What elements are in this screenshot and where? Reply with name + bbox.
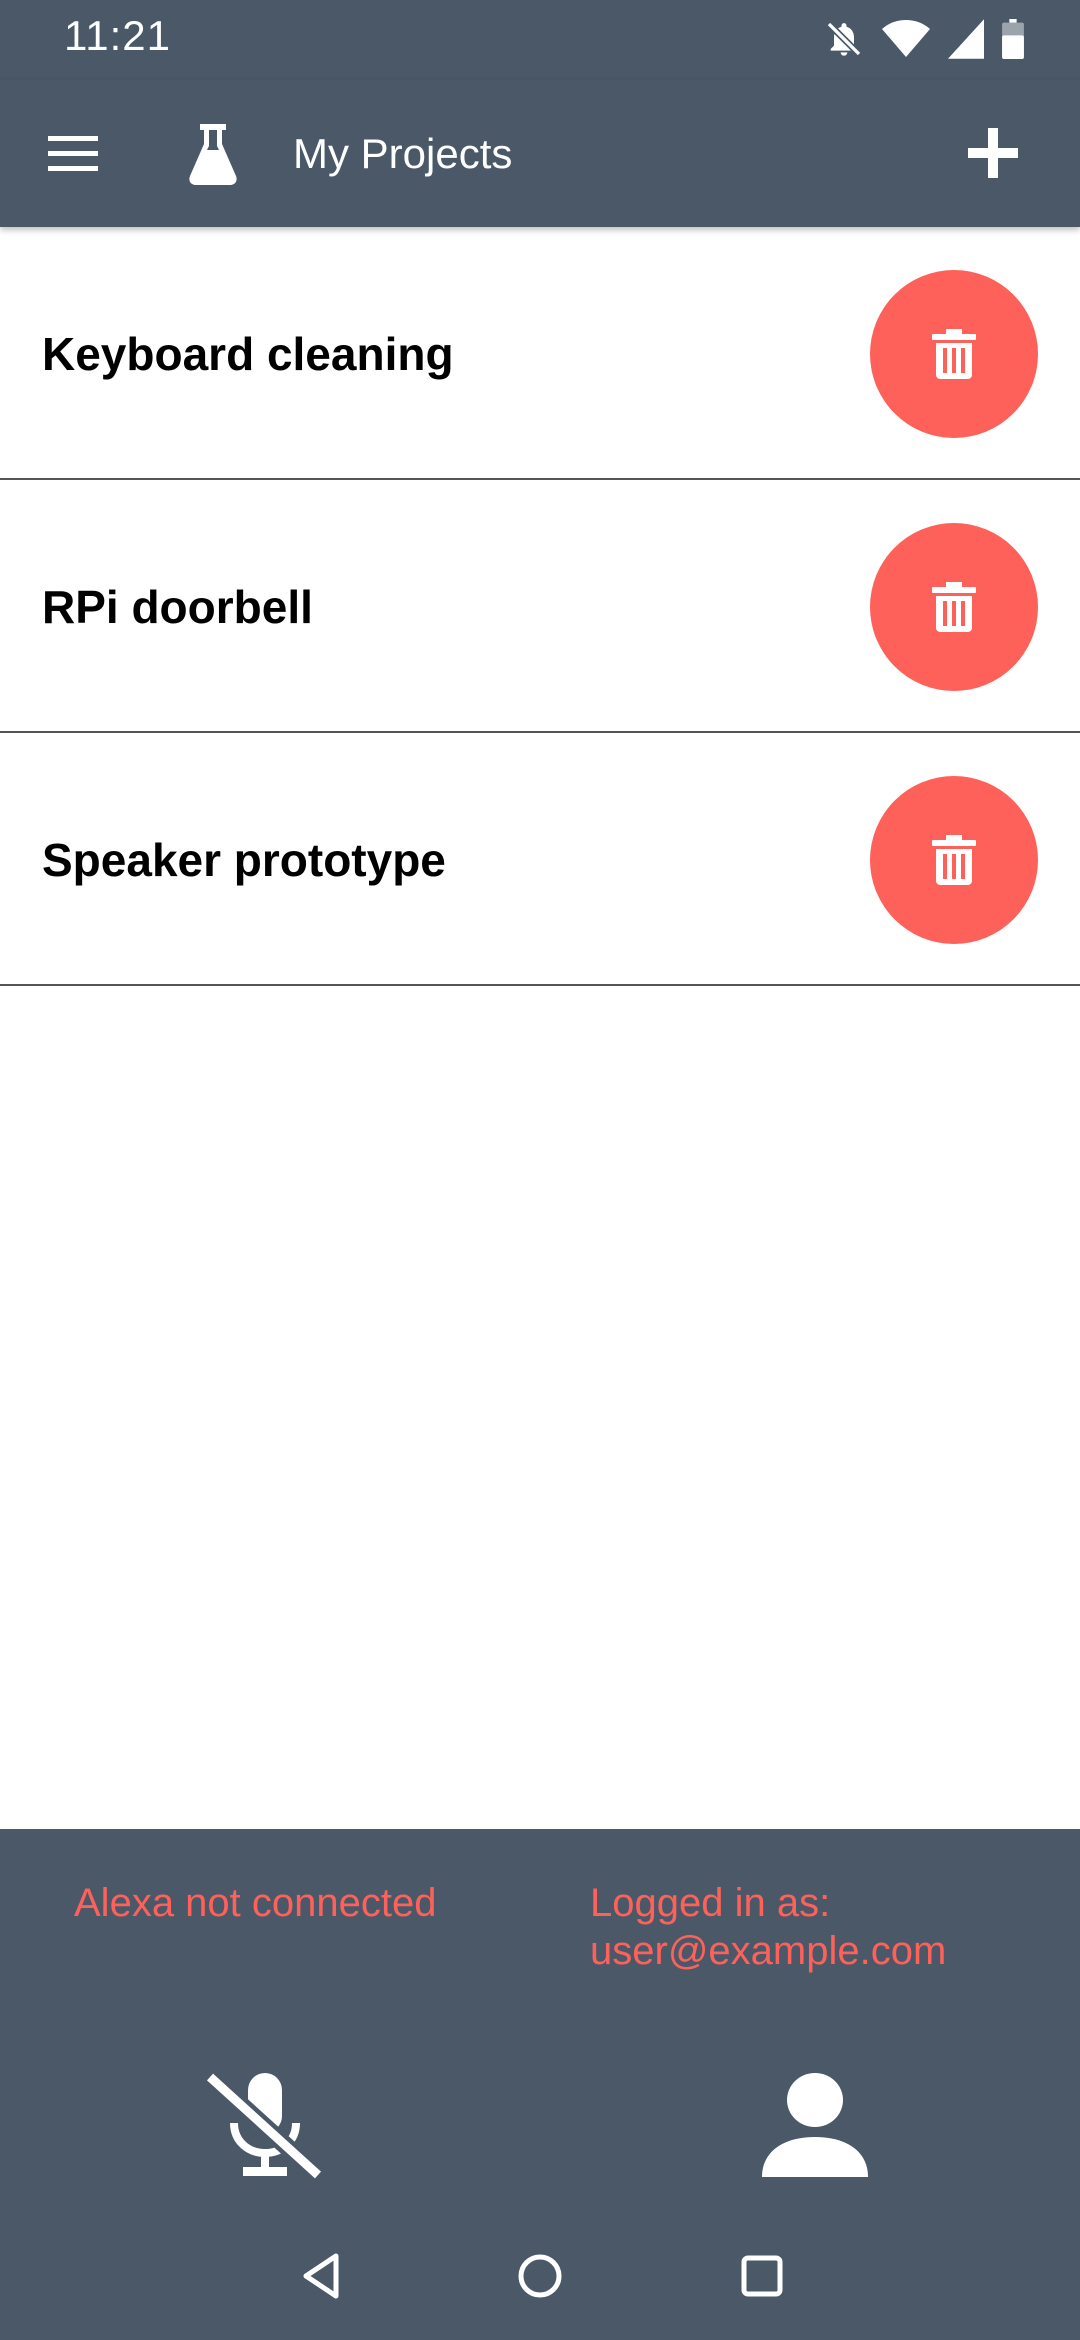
notifications-off-icon	[824, 19, 864, 64]
delete-project-button[interactable]	[870, 523, 1038, 691]
trash-icon	[932, 582, 976, 632]
list-item[interactable]: Keyboard cleaning	[0, 227, 1080, 480]
list-item[interactable]: RPi doorbell	[0, 480, 1080, 733]
login-info: Logged in as: user@example.com	[590, 1879, 946, 1975]
status-time: 11:21	[64, 12, 171, 59]
trash-icon	[932, 329, 976, 379]
project-name[interactable]: Speaker prototype	[42, 733, 446, 986]
app-bar: My Projects	[0, 80, 1080, 227]
person-icon[interactable]	[760, 2073, 870, 2177]
battery-icon	[1002, 18, 1024, 64]
page-title: My Projects	[293, 130, 513, 177]
home-circle-icon[interactable]	[514, 2250, 566, 2302]
alexa-status-text: Alexa not connected	[74, 1881, 437, 1925]
flask-icon	[182, 122, 244, 186]
status-icons	[824, 18, 1024, 64]
project-list: Keyboard cleaning RPi doorbell Speaker p…	[0, 227, 1080, 986]
hamburger-menu-icon[interactable]	[42, 126, 106, 182]
delete-project-button[interactable]	[870, 776, 1038, 944]
delete-project-button[interactable]	[870, 270, 1038, 438]
wifi-icon	[882, 19, 930, 64]
add-project-button[interactable]	[958, 118, 1028, 188]
navigation-bar	[0, 2220, 1080, 2340]
login-label: Logged in as:	[590, 1881, 831, 1925]
back-triangle-icon[interactable]	[296, 2250, 348, 2302]
trash-icon	[932, 835, 976, 885]
microphone-off-icon[interactable]	[200, 2070, 330, 2182]
bottom-panel: Alexa not connected Logged in as: user@e…	[0, 1829, 1080, 2340]
list-item[interactable]: Speaker prototype	[0, 733, 1080, 986]
login-email: user@example.com	[590, 1929, 947, 1973]
project-name[interactable]: Keyboard cleaning	[42, 227, 454, 480]
project-name[interactable]: RPi doorbell	[42, 480, 313, 733]
status-bar: 11:21	[0, 0, 1080, 80]
recent-square-icon[interactable]	[736, 2250, 788, 2302]
cellular-signal-icon	[948, 18, 984, 64]
screen: 11:21 My Projects Keyboard cleaning RPi …	[0, 0, 1080, 2340]
